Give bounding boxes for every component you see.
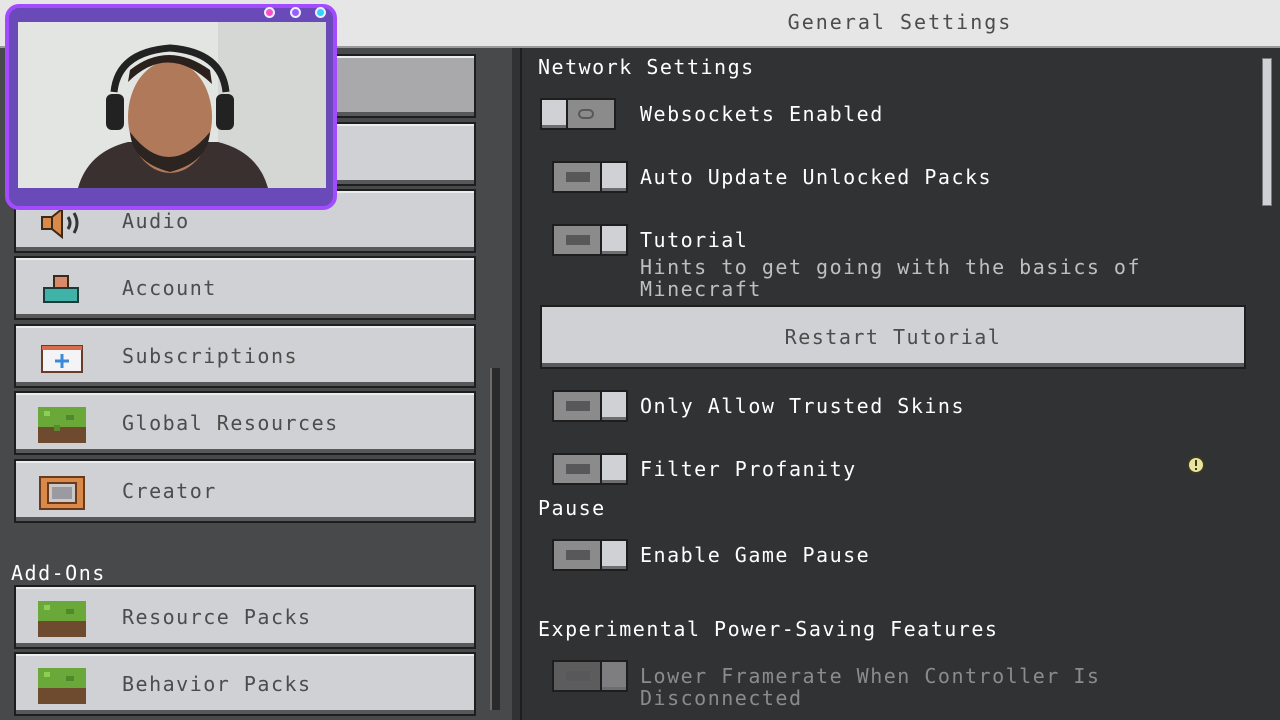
lower-framerate-label: Lower Framerate When Controller Is Disco… — [640, 664, 1101, 710]
power-saving-heading: Experimental Power-Saving Features — [538, 617, 999, 641]
websockets-label: Websockets Enabled — [640, 102, 884, 126]
sidebar-item-label: Resource Packs — [122, 605, 312, 629]
auto-update-label: Auto Update Unlocked Packs — [640, 165, 993, 189]
sidebar-item-global-resources[interactable]: Global Resources — [14, 391, 476, 455]
toggle-knob — [600, 224, 628, 256]
auto-update-toggle[interactable] — [552, 161, 628, 193]
toggle-on-indicator — [566, 235, 590, 245]
grass-block-icon — [38, 407, 86, 443]
trusted-skins-label: Only Allow Trusted Skins — [640, 394, 965, 418]
sidebar-item-label: Creator — [122, 479, 217, 503]
toggle-knob — [600, 539, 628, 571]
sidebar-item-label: Behavior Packs — [122, 672, 312, 696]
info-icon[interactable] — [1186, 455, 1206, 475]
addons-heading: Add-Ons — [11, 561, 106, 585]
toggle-on-indicator — [566, 671, 590, 681]
tutorial-label: Tutorial — [640, 228, 749, 252]
game-pause-toggle[interactable] — [552, 539, 628, 571]
tutorial-toggle[interactable] — [552, 224, 628, 256]
toggle-on-indicator — [566, 464, 590, 474]
toggle-on-indicator — [566, 401, 590, 411]
sidebar-item-resource-packs[interactable]: Resource Packs — [14, 585, 476, 649]
cyan-dot-icon — [315, 7, 327, 18]
sidebar-item-label: Account — [122, 276, 217, 300]
toggle-knob — [600, 660, 628, 692]
toggle-knob — [600, 161, 628, 193]
network-settings-heading: Network Settings — [538, 55, 755, 79]
trusted-skins-toggle[interactable] — [552, 390, 628, 422]
violet-dot-icon — [289, 7, 301, 18]
account-icon — [38, 272, 86, 308]
webcam-video — [18, 22, 326, 188]
filter-profanity-label: Filter Profanity — [640, 457, 857, 481]
toggle-on-indicator — [566, 172, 590, 182]
websockets-toggle[interactable] — [540, 98, 616, 130]
toggle-on-indicator — [566, 550, 590, 560]
sidebar-item-creator[interactable]: Creator — [14, 459, 476, 523]
toggle-knob — [540, 98, 568, 130]
filter-profanity-toggle[interactable] — [552, 453, 628, 485]
sidebar-scrollbar[interactable] — [490, 368, 500, 710]
sidebar-item-subscriptions[interactable]: Subscriptions — [14, 324, 476, 388]
grass-block-icon — [38, 668, 86, 704]
tutorial-description: Hints to get going with the basics of Mi… — [640, 255, 1142, 301]
subscriptions-icon — [38, 340, 86, 376]
pink-dot-icon — [264, 7, 275, 18]
game-pause-label: Enable Game Pause — [640, 543, 871, 567]
page-title: General Settings — [787, 10, 1013, 34]
restart-tutorial-label: Restart Tutorial — [784, 325, 1002, 349]
webcam-overlay — [0, 0, 340, 214]
content-scrollbar-thumb[interactable] — [1262, 58, 1272, 206]
sidebar-item-label: Global Resources — [122, 411, 339, 435]
grass-block-icon — [38, 601, 86, 637]
lower-framerate-toggle[interactable] — [552, 660, 628, 692]
toggle-off-indicator — [578, 109, 594, 119]
command-block-icon — [38, 475, 86, 511]
pause-heading: Pause — [538, 496, 606, 520]
sidebar-item-label: Subscriptions — [122, 344, 299, 368]
restart-tutorial-button[interactable]: Restart Tutorial — [540, 305, 1246, 369]
decorative-dots — [264, 3, 331, 22]
sidebar-item-behavior-packs[interactable]: Behavior Packs — [14, 652, 476, 716]
sidebar-item-account[interactable]: Account — [14, 256, 476, 320]
toggle-knob — [600, 453, 628, 485]
toggle-knob — [600, 390, 628, 422]
